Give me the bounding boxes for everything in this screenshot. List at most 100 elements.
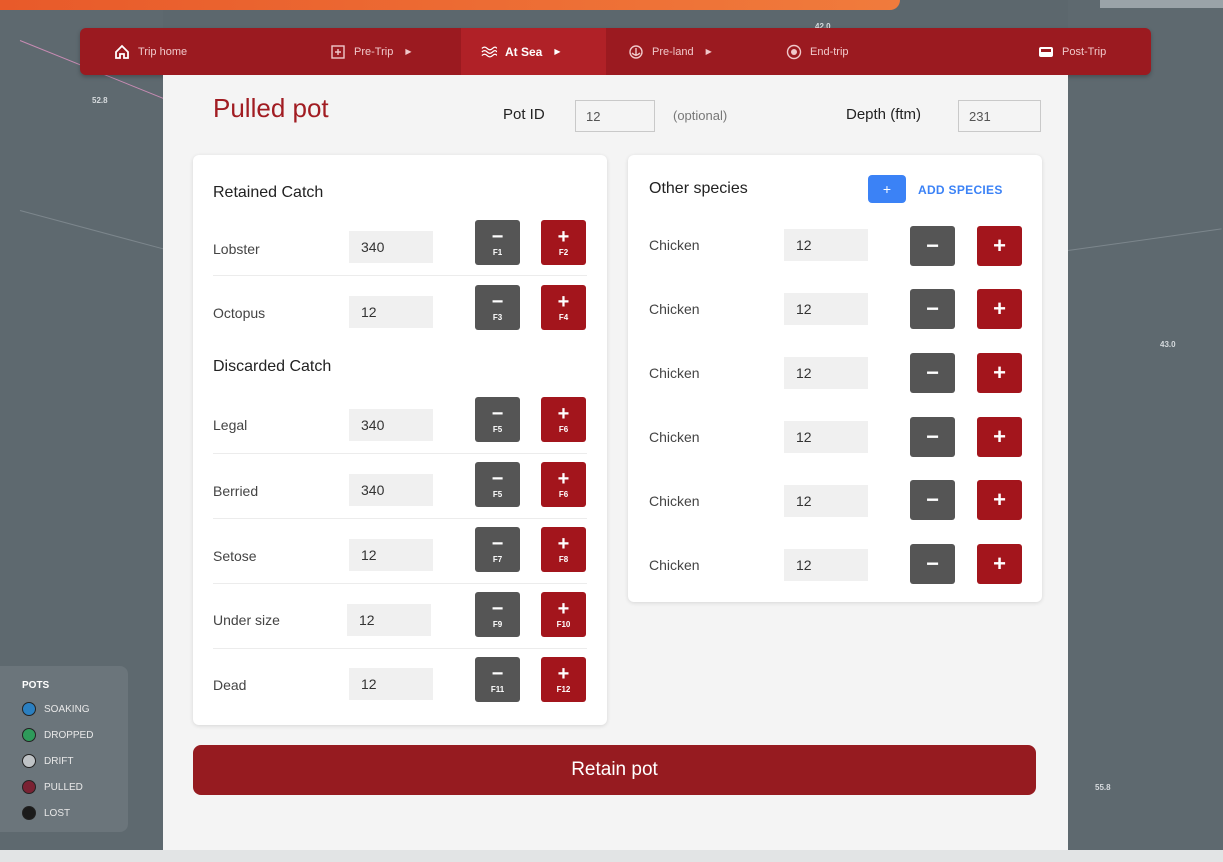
minus-icon: − bbox=[926, 551, 939, 576]
trip-navbar: Trip home Pre-Trip ▶ At Sea ▶ Pre-land ▶… bbox=[80, 28, 1151, 75]
waves-icon bbox=[481, 44, 497, 60]
increment-button[interactable]: + bbox=[977, 417, 1022, 457]
catch-row-label: Berried bbox=[213, 483, 259, 499]
nav-item-pre-trip[interactable]: Pre-Trip ▶ bbox=[330, 28, 411, 75]
catch-count-field[interactable]: 12 bbox=[347, 604, 431, 636]
nav-item-end-trip[interactable]: End-trip bbox=[786, 28, 849, 75]
add-species-button[interactable]: + bbox=[868, 175, 906, 203]
catch-count-field[interactable]: 340 bbox=[349, 474, 433, 506]
decrement-button[interactable]: − bbox=[910, 417, 955, 457]
caret-right-icon: ▶ bbox=[554, 47, 561, 56]
decrement-button[interactable]: − bbox=[910, 289, 955, 329]
increment-button[interactable]: + F10 bbox=[541, 592, 586, 637]
increment-button[interactable]: + bbox=[977, 289, 1022, 329]
increment-button[interactable]: + F2 bbox=[541, 220, 586, 265]
species-count-field[interactable]: 12 bbox=[784, 485, 868, 517]
species-row-label: Chicken bbox=[649, 429, 700, 445]
nav-label: At Sea bbox=[505, 44, 543, 59]
pulled-dot-icon bbox=[22, 780, 36, 794]
checklist-icon bbox=[330, 44, 346, 60]
minus-icon: − bbox=[491, 598, 504, 620]
species-row-label: Chicken bbox=[649, 493, 700, 509]
plus-icon: + bbox=[557, 291, 570, 313]
decrement-button[interactable]: − bbox=[910, 226, 955, 266]
decrement-button[interactable]: − F11 bbox=[475, 657, 520, 702]
legend-item-drift: DRIFT bbox=[22, 754, 73, 768]
legend-label: SOAKING bbox=[44, 703, 90, 715]
plus-icon: + bbox=[993, 360, 1006, 385]
decrement-button[interactable]: − bbox=[910, 353, 955, 393]
catch-count-field[interactable]: 340 bbox=[349, 231, 433, 263]
increment-button[interactable]: + bbox=[977, 353, 1022, 393]
shortcut-key: F11 bbox=[490, 685, 505, 694]
top-right-strip bbox=[1100, 0, 1223, 8]
pot-id-input[interactable] bbox=[575, 100, 655, 132]
decrement-button[interactable]: − F3 bbox=[475, 285, 520, 330]
minus-icon: − bbox=[926, 424, 939, 449]
decrement-button[interactable]: − F7 bbox=[475, 527, 520, 572]
species-count-field[interactable]: 12 bbox=[784, 229, 868, 261]
depth-label: 52.8 bbox=[92, 96, 108, 105]
row-divider bbox=[213, 648, 587, 649]
catch-count-field[interactable]: 340 bbox=[349, 409, 433, 441]
species-count-field[interactable]: 12 bbox=[784, 357, 868, 389]
increment-button[interactable]: + bbox=[977, 480, 1022, 520]
caret-right-icon: ▶ bbox=[705, 47, 712, 56]
retained-catch-heading: Retained Catch bbox=[213, 184, 324, 201]
page-title: Pulled pot bbox=[213, 93, 329, 123]
catch-count-field[interactable]: 12 bbox=[349, 296, 433, 328]
depth-input[interactable] bbox=[958, 100, 1041, 132]
minus-icon: − bbox=[491, 663, 504, 685]
minus-icon: − bbox=[491, 533, 504, 555]
increment-button[interactable]: + bbox=[977, 226, 1022, 266]
nav-item-trip-home[interactable]: Trip home bbox=[114, 28, 187, 75]
row-divider bbox=[213, 453, 587, 454]
nav-item-pre-land[interactable]: Pre-land ▶ bbox=[628, 28, 712, 75]
catch-count-field[interactable]: 12 bbox=[349, 668, 433, 700]
add-species-link[interactable]: ADD SPECIES bbox=[918, 183, 1003, 197]
decrement-button[interactable]: − F9 bbox=[475, 592, 520, 637]
decrement-button[interactable]: − bbox=[910, 480, 955, 520]
catch-row-label: Octopus bbox=[213, 305, 266, 321]
catch-row-label: Under size bbox=[213, 612, 280, 628]
nav-label: End-trip bbox=[810, 45, 849, 58]
increment-button[interactable]: + bbox=[977, 544, 1022, 584]
discarded-catch-heading: Discarded Catch bbox=[213, 358, 332, 375]
minus-icon: − bbox=[926, 233, 939, 258]
nav-label: Pre-Trip bbox=[354, 45, 394, 58]
species-count-field[interactable]: 12 bbox=[784, 421, 868, 453]
inbox-icon bbox=[1038, 44, 1054, 60]
increment-button[interactable]: + F6 bbox=[541, 462, 586, 507]
minus-icon: − bbox=[491, 291, 504, 313]
species-count-field[interactable]: 12 bbox=[784, 549, 868, 581]
plus-icon: + bbox=[557, 533, 570, 555]
species-row-label: Chicken bbox=[649, 365, 700, 381]
legend-label: PULLED bbox=[44, 781, 83, 793]
increment-button[interactable]: + F8 bbox=[541, 527, 586, 572]
increment-button[interactable]: + F12 bbox=[541, 657, 586, 702]
nav-item-at-sea[interactable]: At Sea ▶ bbox=[461, 28, 606, 75]
species-count-field[interactable]: 12 bbox=[784, 293, 868, 325]
retain-pot-button[interactable]: Retain pot bbox=[193, 745, 1036, 795]
increment-button[interactable]: + F6 bbox=[541, 397, 586, 442]
legend-label: DRIFT bbox=[44, 755, 74, 767]
decrement-button[interactable]: − F5 bbox=[475, 397, 520, 442]
shortcut-key: F6 bbox=[558, 490, 569, 499]
legend-item-lost: LOST bbox=[22, 806, 70, 820]
decrement-button[interactable]: − F1 bbox=[475, 220, 520, 265]
minus-icon: − bbox=[491, 226, 504, 248]
legend-item-dropped: DROPPED bbox=[22, 728, 93, 742]
decrement-button[interactable]: − F5 bbox=[475, 462, 520, 507]
nav-item-post-trip[interactable]: Post-Trip bbox=[1038, 28, 1106, 75]
nav-label: Pre-land bbox=[652, 45, 694, 58]
catch-count-field[interactable]: 12 bbox=[349, 539, 433, 571]
increment-button[interactable]: + F4 bbox=[541, 285, 586, 330]
pots-legend: POTS SOAKING DROPPED DRIFT PULLED LOST bbox=[0, 666, 128, 832]
decrement-button[interactable]: − bbox=[910, 544, 955, 584]
minus-icon: − bbox=[926, 360, 939, 385]
shortcut-key: F5 bbox=[492, 425, 503, 434]
catch-row-label: Lobster bbox=[213, 241, 260, 257]
depth-label: 43.0 bbox=[1160, 340, 1176, 349]
other-species-heading: Other species bbox=[649, 180, 748, 197]
row-divider bbox=[213, 583, 587, 584]
